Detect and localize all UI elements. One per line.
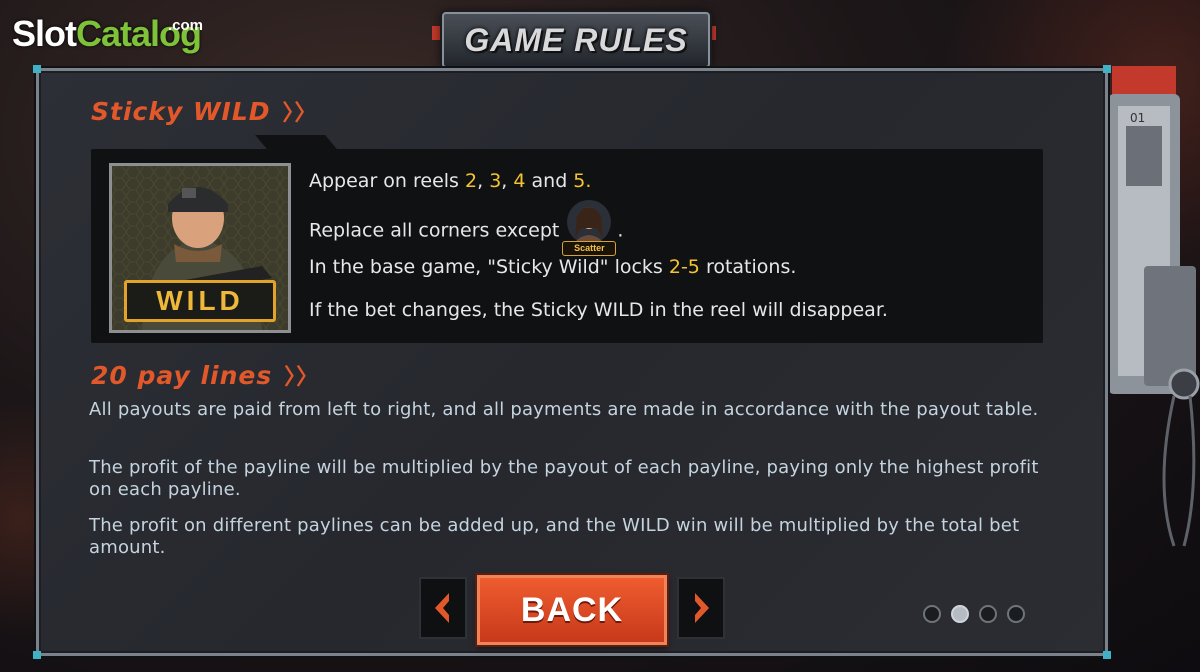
- scatter-icon-label: Scatter: [562, 241, 617, 256]
- rule-text: rotations.: [699, 256, 797, 278]
- panel-corner: [1103, 65, 1111, 73]
- svg-text:01: 01: [1130, 111, 1145, 125]
- reel-number: 2: [465, 170, 478, 192]
- page-title: GAME RULES: [464, 22, 688, 58]
- back-button[interactable]: BACK: [477, 575, 667, 645]
- page-dot-4[interactable]: [1007, 605, 1025, 623]
- arrow-left-icon: [435, 593, 449, 623]
- game-rules-title-plate: GAME RULES: [442, 12, 710, 68]
- title-left-nub: [432, 26, 442, 40]
- page-dot-3[interactable]: [979, 605, 997, 623]
- rule-text: and: [525, 170, 574, 192]
- page-dot-1[interactable]: [923, 605, 941, 623]
- payline-paragraph: The profit on different paylines can be …: [89, 515, 1020, 558]
- wild-symbol-label: WILD: [124, 280, 276, 322]
- panel-corner: [33, 65, 41, 73]
- chevron-right-icon: 〉〉: [282, 101, 318, 126]
- rotation-range: 2-5: [668, 256, 700, 278]
- separator: ,: [477, 170, 490, 192]
- rule-text: .: [585, 170, 592, 192]
- payline-paragraph: All payouts are paid from left to right,…: [89, 399, 1039, 420]
- rule-text: In the base game, "Sticky Wild" locks: [309, 256, 669, 278]
- reel-number: 3: [489, 170, 502, 192]
- panel-corner: [1103, 651, 1111, 659]
- page-dot-2-active[interactable]: [951, 605, 969, 623]
- weapon-decoration-icon: 01: [1108, 66, 1200, 547]
- watermark-part1: Slot: [12, 13, 77, 54]
- next-page-button[interactable]: [677, 577, 725, 639]
- reel-number: 5: [573, 170, 586, 192]
- scatter-icon: Scatter: [562, 198, 617, 256]
- paylines-heading: 20 pay lines 〉〉: [91, 361, 319, 393]
- rules-panel: Sticky WILD 〉〉 WILD Appear on reels 2, 3,…: [33, 65, 1111, 659]
- separator: ,: [501, 170, 514, 192]
- payline-paragraph: The profit of the payline will be multip…: [89, 457, 1039, 500]
- watermark-suffix: .com: [168, 17, 204, 34]
- rule-line-replace: Replace all corners except Scatter.: [309, 200, 1039, 256]
- sticky-wild-heading: Sticky WILD 〉〉: [91, 97, 318, 129]
- sticky-wild-title: Sticky WILD: [91, 97, 271, 126]
- rule-line-reels: Appear on reels 2, 3, 4 and 5.: [309, 169, 1039, 193]
- rule-text: Replace all corners except: [309, 219, 560, 242]
- slotcatalog-watermark: SlotCatalog .com: [12, 12, 203, 56]
- previous-page-button[interactable]: [419, 577, 467, 639]
- sticky-wild-info-box: WILD Appear on reels 2, 3, 4 and 5. Repl…: [91, 149, 1043, 343]
- wild-symbol: WILD: [109, 163, 291, 333]
- reel-number: 4: [513, 170, 526, 192]
- rule-text: Appear on reels: [309, 170, 465, 192]
- panel-corner: [33, 651, 41, 659]
- sticky-wild-rules: Appear on reels 2, 3, 4 and 5. Replace a…: [309, 169, 1039, 341]
- paylines-title: 20 pay lines: [91, 361, 273, 390]
- arrow-right-icon: [695, 593, 709, 623]
- rule-line-base-game: In the base game, "Sticky Wild" locks 2-…: [309, 255, 1039, 279]
- chevron-right-icon: 〉〉: [284, 365, 320, 390]
- rule-text: .: [617, 219, 624, 242]
- rule-line-bet-change: If the bet changes, the Sticky WILD in t…: [309, 299, 888, 321]
